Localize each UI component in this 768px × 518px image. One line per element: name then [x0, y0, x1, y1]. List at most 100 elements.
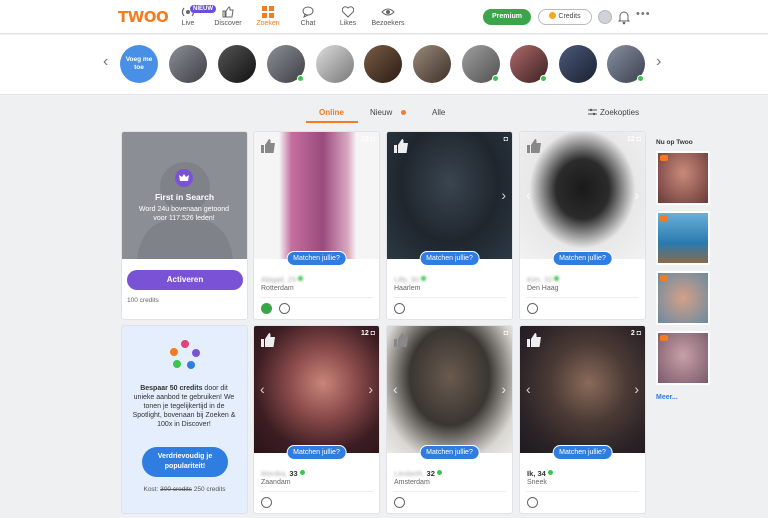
- phone-verified-icon: [527, 497, 538, 508]
- match-button[interactable]: Matchen jullie?: [286, 251, 347, 266]
- like-thumb-icon[interactable]: [526, 138, 542, 154]
- stories-next-icon[interactable]: ›: [656, 53, 661, 71]
- user-avatar[interactable]: [598, 10, 612, 24]
- stories-prev-icon[interactable]: ‹: [103, 53, 108, 71]
- profile-name-value: Ik,: [527, 469, 536, 478]
- promo-cost: 100 credits: [127, 297, 159, 304]
- add-me-story[interactable]: Voeg me toe: [120, 45, 158, 83]
- nav-zoeken-label: Zoeken: [256, 20, 280, 27]
- match-button[interactable]: Matchen jullie?: [419, 445, 480, 460]
- story-avatar[interactable]: [413, 45, 451, 83]
- more-menu-icon[interactable]: •••: [636, 8, 651, 20]
- chat-icon: [302, 6, 314, 18]
- nav-zoeken[interactable]: Zoeken: [250, 6, 286, 27]
- tab-nieuw[interactable]: Nieuw: [370, 108, 392, 117]
- spotlight-cost-label: Kost:: [143, 486, 159, 493]
- sliders-icon: [588, 108, 597, 116]
- profile-age: 34: [537, 469, 546, 478]
- match-button[interactable]: Matchen jullie?: [552, 445, 613, 460]
- camera-icon: ◘: [503, 330, 508, 337]
- rail-profile[interactable]: [656, 271, 710, 325]
- profile-card[interactable]: 2 ◘ ‹ › Matchen jullie? Ik, 34 Sneek: [519, 325, 646, 514]
- active-tab-underline: [306, 121, 358, 123]
- prev-photo-icon[interactable]: ‹: [393, 381, 398, 397]
- credits-button[interactable]: Credits: [538, 9, 592, 25]
- prev-photo-icon[interactable]: ‹: [260, 381, 265, 397]
- nav-likes[interactable]: Likes: [330, 6, 366, 27]
- online-indicator: [554, 276, 560, 281]
- match-button[interactable]: Matchen jullie?: [419, 251, 480, 266]
- nav-discover[interactable]: Discover: [210, 6, 246, 27]
- profile-card[interactable]: 12 ◘ Matchen jullie? Abigail, 25 Rotterd…: [253, 131, 380, 320]
- photo-count-value: 12: [627, 136, 635, 143]
- story-avatar[interactable]: [169, 45, 207, 83]
- promo-title: First in Search: [154, 192, 215, 202]
- rail-more-link[interactable]: Meer...: [656, 394, 678, 401]
- stories-bar: ‹ Voeg me toe ›: [0, 35, 768, 95]
- spotlight-text: Bespaar 50 credits door dit unieke aanbo…: [130, 384, 238, 429]
- story-avatar[interactable]: [267, 45, 305, 83]
- online-indicator: [540, 75, 547, 82]
- profile-name: Kim, 32: [527, 275, 560, 284]
- twoo-logo[interactable]: TWOO: [118, 8, 169, 26]
- profile-name: Abigail, 25: [261, 275, 304, 284]
- story-avatar[interactable]: [316, 45, 354, 83]
- like-thumb-icon[interactable]: [393, 138, 409, 154]
- photo-count-value: 12: [361, 136, 369, 143]
- rail-badge: [660, 275, 668, 281]
- activate-button[interactable]: Activeren: [127, 270, 243, 290]
- story-avatar[interactable]: [364, 45, 402, 83]
- phone-verified-icon: [527, 303, 538, 314]
- profile-card[interactable]: ◘ ‹ › Matchen jullie? Liesbeth, 32 Amste…: [386, 325, 513, 514]
- like-thumb-icon[interactable]: [393, 332, 409, 348]
- nav-chat[interactable]: Chat: [290, 6, 326, 27]
- nav-discover-label: Discover: [214, 20, 242, 27]
- photo-count-value: 12: [361, 330, 369, 337]
- prev-photo-icon[interactable]: ‹: [526, 381, 531, 397]
- like-thumb-icon[interactable]: [526, 332, 542, 348]
- bell-icon[interactable]: [617, 9, 631, 25]
- online-indicator: [298, 276, 304, 281]
- like-thumb-icon[interactable]: [260, 332, 276, 348]
- rail-profile[interactable]: [656, 211, 710, 265]
- next-photo-icon[interactable]: ›: [634, 187, 639, 203]
- rail-badge: [660, 215, 668, 221]
- nav-bezoekers-label: Bezoekers: [371, 20, 405, 27]
- next-photo-icon[interactable]: ›: [368, 381, 373, 397]
- triple-popularity-button[interactable]: Verdrievoudig je populariteit!: [142, 447, 228, 477]
- prev-photo-icon[interactable]: ‹: [526, 187, 531, 203]
- story-avatar[interactable]: [559, 45, 597, 83]
- next-photo-icon[interactable]: ›: [501, 187, 506, 203]
- profile-card[interactable]: 12 ◘ ‹ › Matchen jullie? Monika, 33 Zaan…: [253, 325, 380, 514]
- match-button[interactable]: Matchen jullie?: [286, 445, 347, 460]
- profile-age: 33: [289, 469, 298, 478]
- like-thumb-icon[interactable]: [260, 138, 276, 154]
- story-avatar[interactable]: [510, 45, 548, 83]
- rail-profile[interactable]: [656, 331, 710, 385]
- photo-count: 2 ◘: [630, 330, 641, 337]
- tab-online[interactable]: Online: [319, 108, 344, 117]
- story-avatar[interactable]: [607, 45, 645, 83]
- first-in-search-card: First in Search Word 24u bovenaan getoon…: [121, 131, 248, 320]
- premium-button[interactable]: Premium: [483, 9, 531, 25]
- profile-city: Sneek: [527, 479, 547, 486]
- search-options-button[interactable]: Zoekopties: [588, 108, 639, 117]
- profile-city: Zaandam: [261, 479, 291, 486]
- story-avatar[interactable]: [462, 45, 500, 83]
- profile-card[interactable]: ◘ › Matchen jullie? Lilly, 30 Haarlem: [386, 131, 513, 320]
- nav-likes-label: Likes: [339, 20, 357, 27]
- nav-bezoekers[interactable]: Bezoekers: [370, 6, 406, 27]
- match-button[interactable]: Matchen jullie?: [552, 251, 613, 266]
- divider: [260, 297, 373, 298]
- tab-alle[interactable]: Alle: [432, 108, 445, 117]
- online-indicator: [547, 470, 553, 475]
- heart-icon: [342, 6, 354, 18]
- next-photo-icon[interactable]: ›: [634, 381, 639, 397]
- story-avatar[interactable]: [218, 45, 256, 83]
- nav-chat-label: Chat: [300, 20, 316, 27]
- spotlight-offer-card: Bespaar 50 credits door dit unieke aanbo…: [121, 325, 248, 514]
- profile-age: 32: [426, 469, 435, 478]
- rail-profile[interactable]: [656, 151, 710, 205]
- next-photo-icon[interactable]: ›: [501, 381, 506, 397]
- profile-card[interactable]: 12 ◘ ‹ › Matchen jullie? Kim, 32 Den Haa…: [519, 131, 646, 320]
